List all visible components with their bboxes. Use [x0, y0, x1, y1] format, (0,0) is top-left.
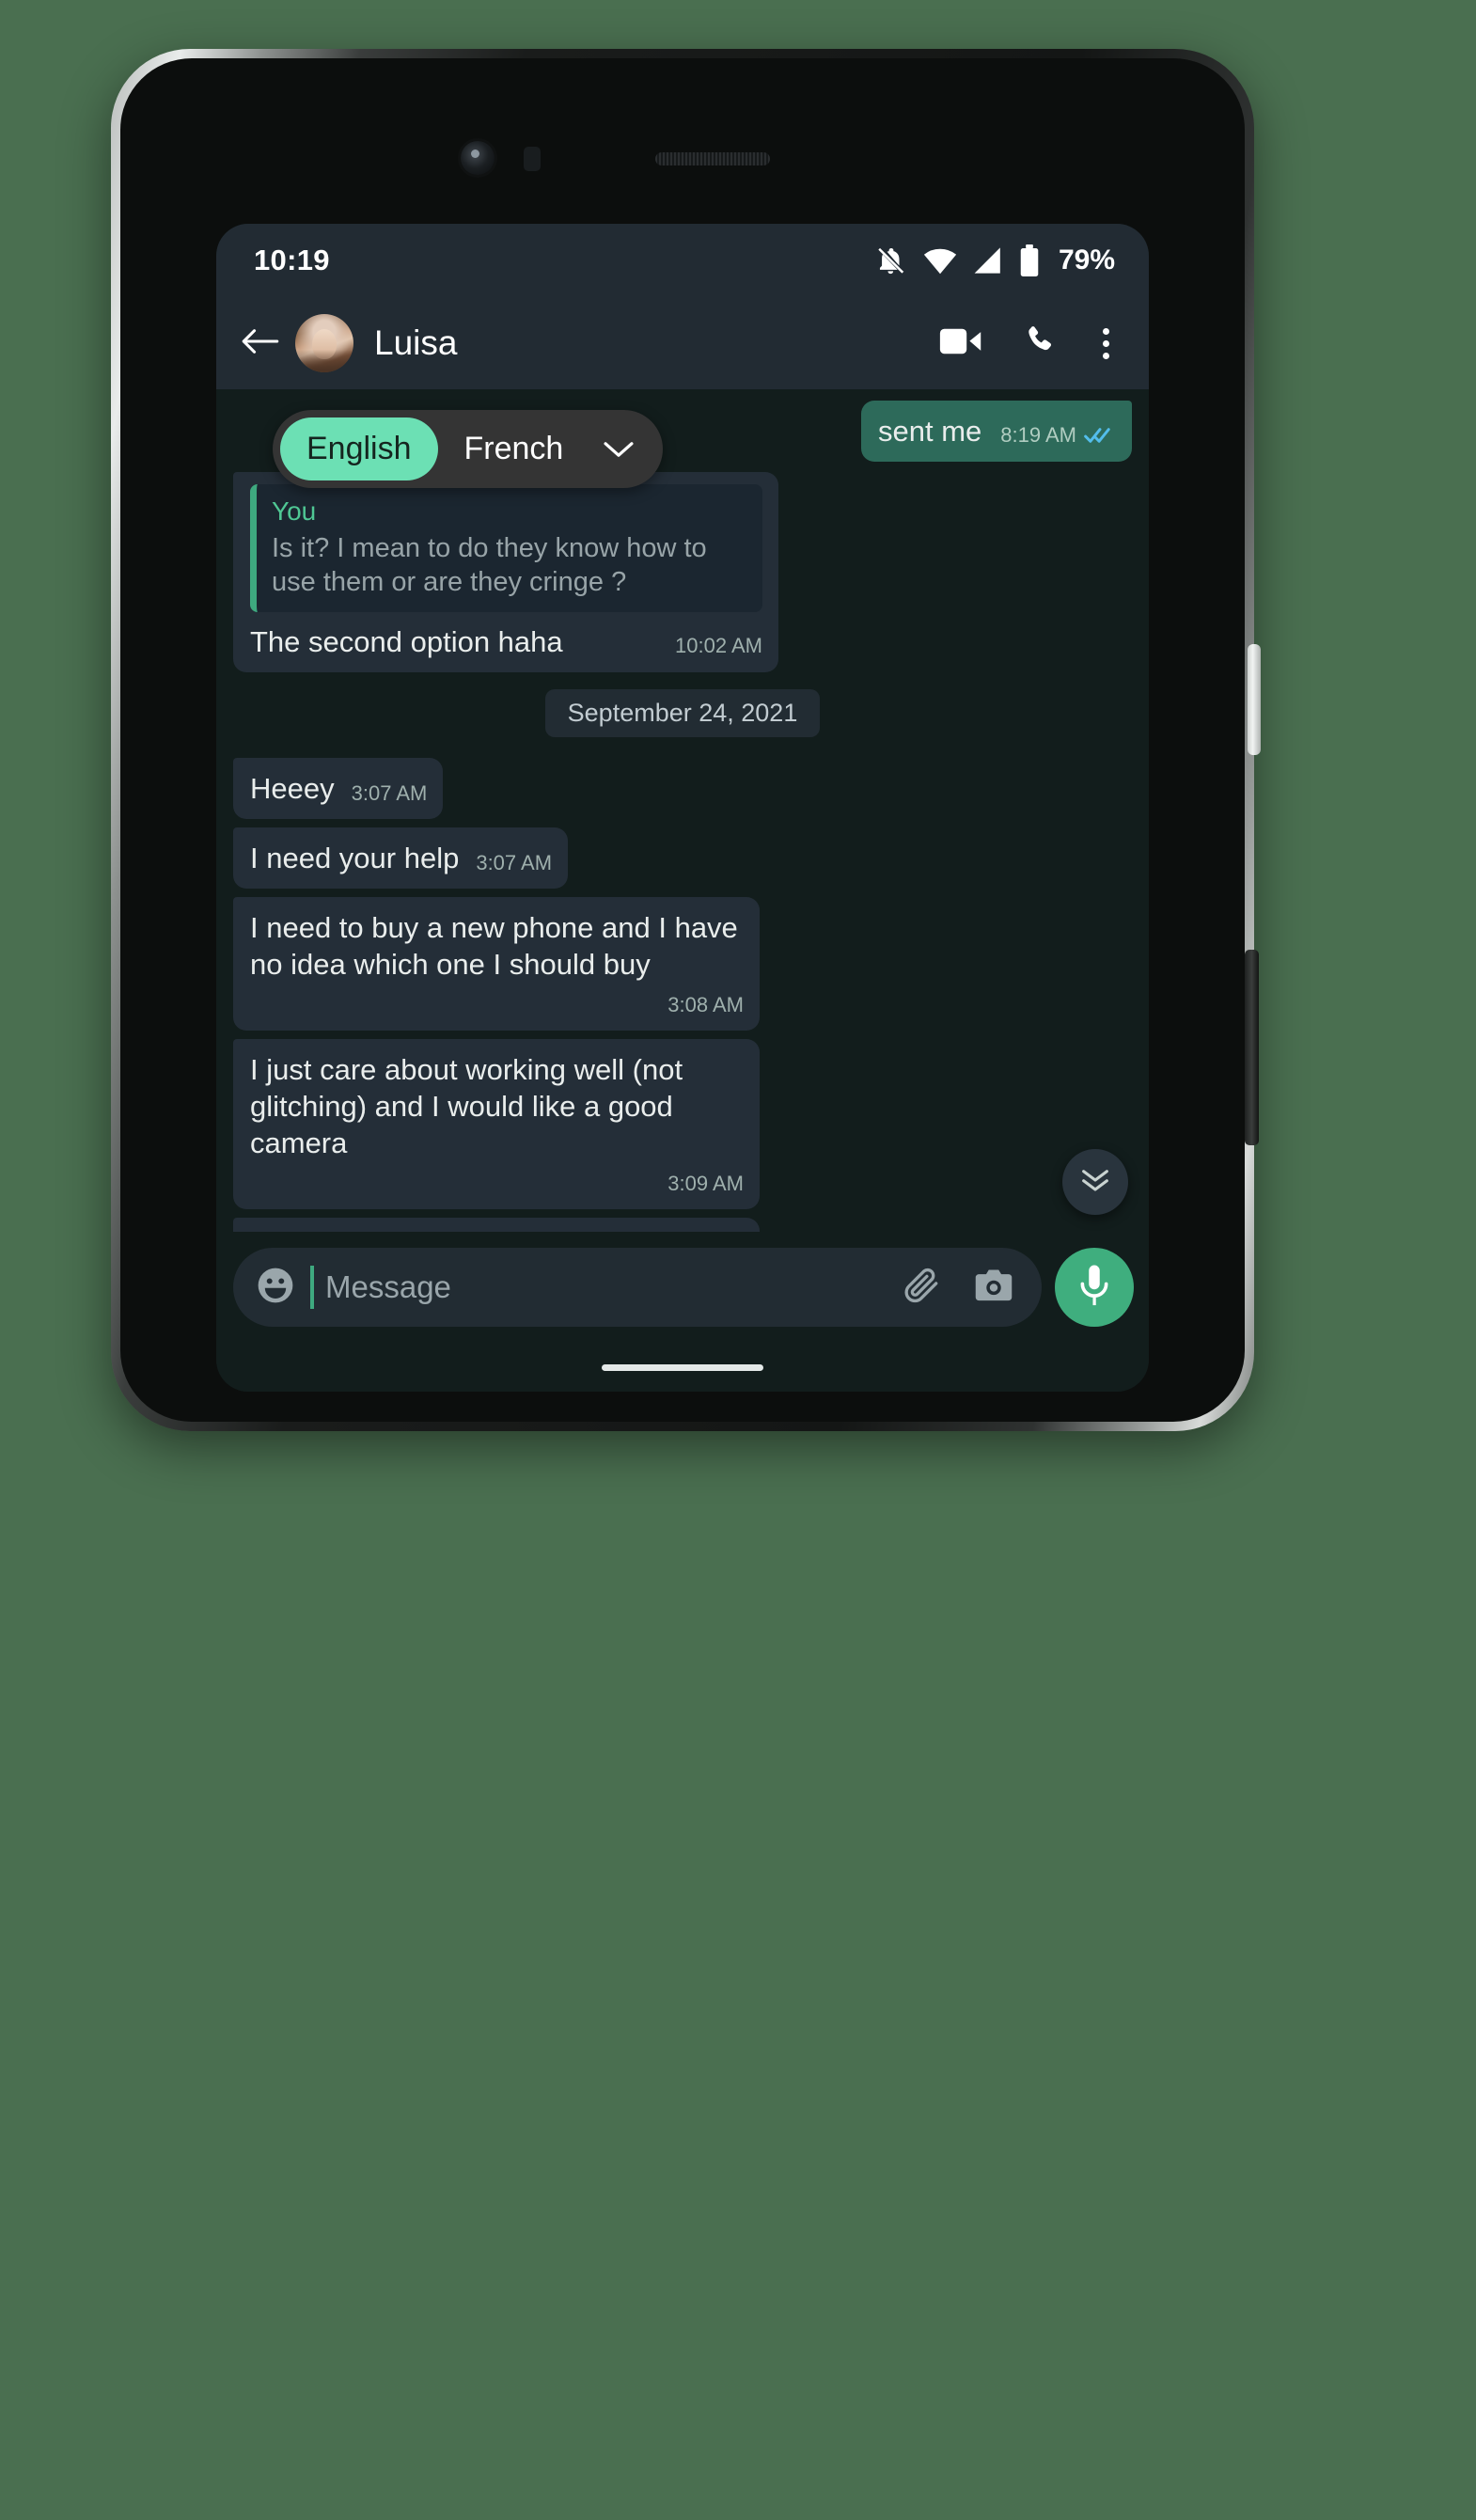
message-bubble-incoming[interactable]: Heeey 3:07 AM	[233, 758, 444, 820]
microphone-button[interactable]	[1055, 1248, 1134, 1327]
chat-message-list[interactable]: English French sent me 8:19 AM You Is it…	[216, 389, 1149, 1232]
message-timestamp: 3:07 AM	[476, 851, 553, 875]
message-input-field[interactable]: Message	[233, 1248, 1042, 1327]
message-meta: 3:07 AM	[476, 850, 552, 876]
message-row[interactable]: Heeey 3:07 AM	[216, 758, 1149, 820]
message-text: I just care about working well (not glit…	[250, 1053, 691, 1160]
language-option-french[interactable]: French	[438, 417, 590, 480]
header-action-group	[939, 323, 1121, 364]
message-row[interactable]: You Is it? I mean to do they know how to…	[216, 472, 1149, 673]
message-bubble-incoming[interactable]: You Is it? I mean to do they know how to…	[233, 472, 778, 673]
quote-author: You	[272, 496, 317, 527]
message-meta: 3:07 AM	[352, 780, 428, 807]
message-bubble-incoming[interactable]: So I just promoted you as my cellphone c…	[233, 1217, 760, 1232]
proximity-sensor-icon	[524, 147, 541, 171]
paperclip-icon[interactable]	[903, 1266, 942, 1310]
message-bubble-incoming[interactable]: I need to buy a new phone and I have no …	[233, 897, 760, 1032]
notifications-off-icon	[875, 244, 907, 276]
cellular-signal-icon	[973, 245, 1003, 276]
more-options-icon[interactable]	[1097, 324, 1115, 363]
contact-avatar[interactable]	[295, 314, 353, 372]
chevron-down-icon[interactable]	[589, 433, 652, 465]
status-bar: 10:19 79%	[216, 224, 1149, 297]
battery-icon	[1019, 244, 1040, 276]
volume-rocker-button[interactable]	[1245, 950, 1259, 1145]
emoji-icon[interactable]	[256, 1266, 295, 1310]
message-row[interactable]: I just care about working well (not glit…	[216, 1039, 1149, 1209]
message-timestamp: 10:02 AM	[675, 634, 762, 658]
message-timestamp: 3:07 AM	[351, 781, 428, 806]
message-text: I need to buy a new phone and I have no …	[250, 911, 746, 982]
quoted-message[interactable]: You Is it? I mean to do they know how to…	[250, 484, 762, 613]
language-switch[interactable]: English French	[273, 410, 664, 488]
video-call-icon[interactable]	[939, 325, 982, 362]
message-timestamp: 3:09 AM	[667, 1172, 744, 1196]
message-row[interactable]: I need your help 3:07 AM	[216, 827, 1149, 890]
message-bubble-incoming[interactable]: I just care about working well (not glit…	[233, 1039, 760, 1209]
read-receipt-icon	[1084, 426, 1116, 445]
phone-screen: 10:19 79% Luisa English French sent me 8…	[216, 224, 1149, 1392]
quote-text: Is it? I mean to do they know how to use…	[272, 533, 707, 597]
chat-header: Luisa	[216, 297, 1149, 389]
message-placeholder[interactable]: Message	[325, 1269, 903, 1305]
power-button[interactable]	[1248, 644, 1261, 755]
message-meta: 10:02 AM	[675, 633, 762, 659]
message-text: Heeey	[250, 772, 335, 806]
status-clock: 10:19	[254, 244, 330, 276]
message-text: I need your help	[250, 842, 460, 875]
message-meta: 3:09 AM	[250, 1171, 744, 1197]
message-bubble-incoming[interactable]: I need your help 3:07 AM	[233, 827, 569, 890]
earpiece-speaker	[655, 152, 770, 165]
message-row[interactable]: I need to buy a new phone and I have no …	[216, 897, 1149, 1032]
home-gesture-pill[interactable]	[602, 1363, 763, 1371]
message-text: sent me	[878, 415, 982, 448]
battery-percentage: 79%	[1058, 244, 1115, 276]
back-button[interactable]	[237, 320, 290, 368]
message-bubble-outgoing[interactable]: sent me 8:19 AM	[861, 401, 1132, 463]
scroll-to-bottom-button[interactable]	[1062, 1149, 1128, 1215]
voice-call-icon[interactable]	[1022, 323, 1058, 364]
message-timestamp: 3:08 AM	[667, 993, 744, 1017]
microphone-icon	[1076, 1264, 1113, 1312]
message-timestamp: 8:19 AM	[1000, 423, 1076, 447]
message-meta: 8:19 AM	[1000, 422, 1116, 449]
gesture-navigation-bar	[216, 1343, 1149, 1392]
text-cursor	[310, 1266, 314, 1309]
camera-icon[interactable]	[974, 1267, 1013, 1309]
contact-name[interactable]: Luisa	[374, 323, 939, 363]
message-row[interactable]: So I just promoted you as my cellphone c…	[216, 1217, 1149, 1232]
front-camera-icon	[461, 141, 495, 175]
message-meta: 3:08 AM	[667, 992, 744, 1018]
date-chip-label: September 24, 2021	[544, 689, 821, 738]
input-icon-group	[903, 1266, 1017, 1310]
wifi-icon	[923, 245, 957, 276]
status-icon-group: 79%	[875, 244, 1115, 276]
language-option-english[interactable]: English	[280, 417, 438, 480]
message-input-bar: Message	[216, 1232, 1149, 1343]
double-chevron-down-icon	[1079, 1167, 1111, 1198]
date-divider: September 24, 2021	[216, 689, 1149, 738]
message-text: The second option haha	[250, 625, 563, 659]
